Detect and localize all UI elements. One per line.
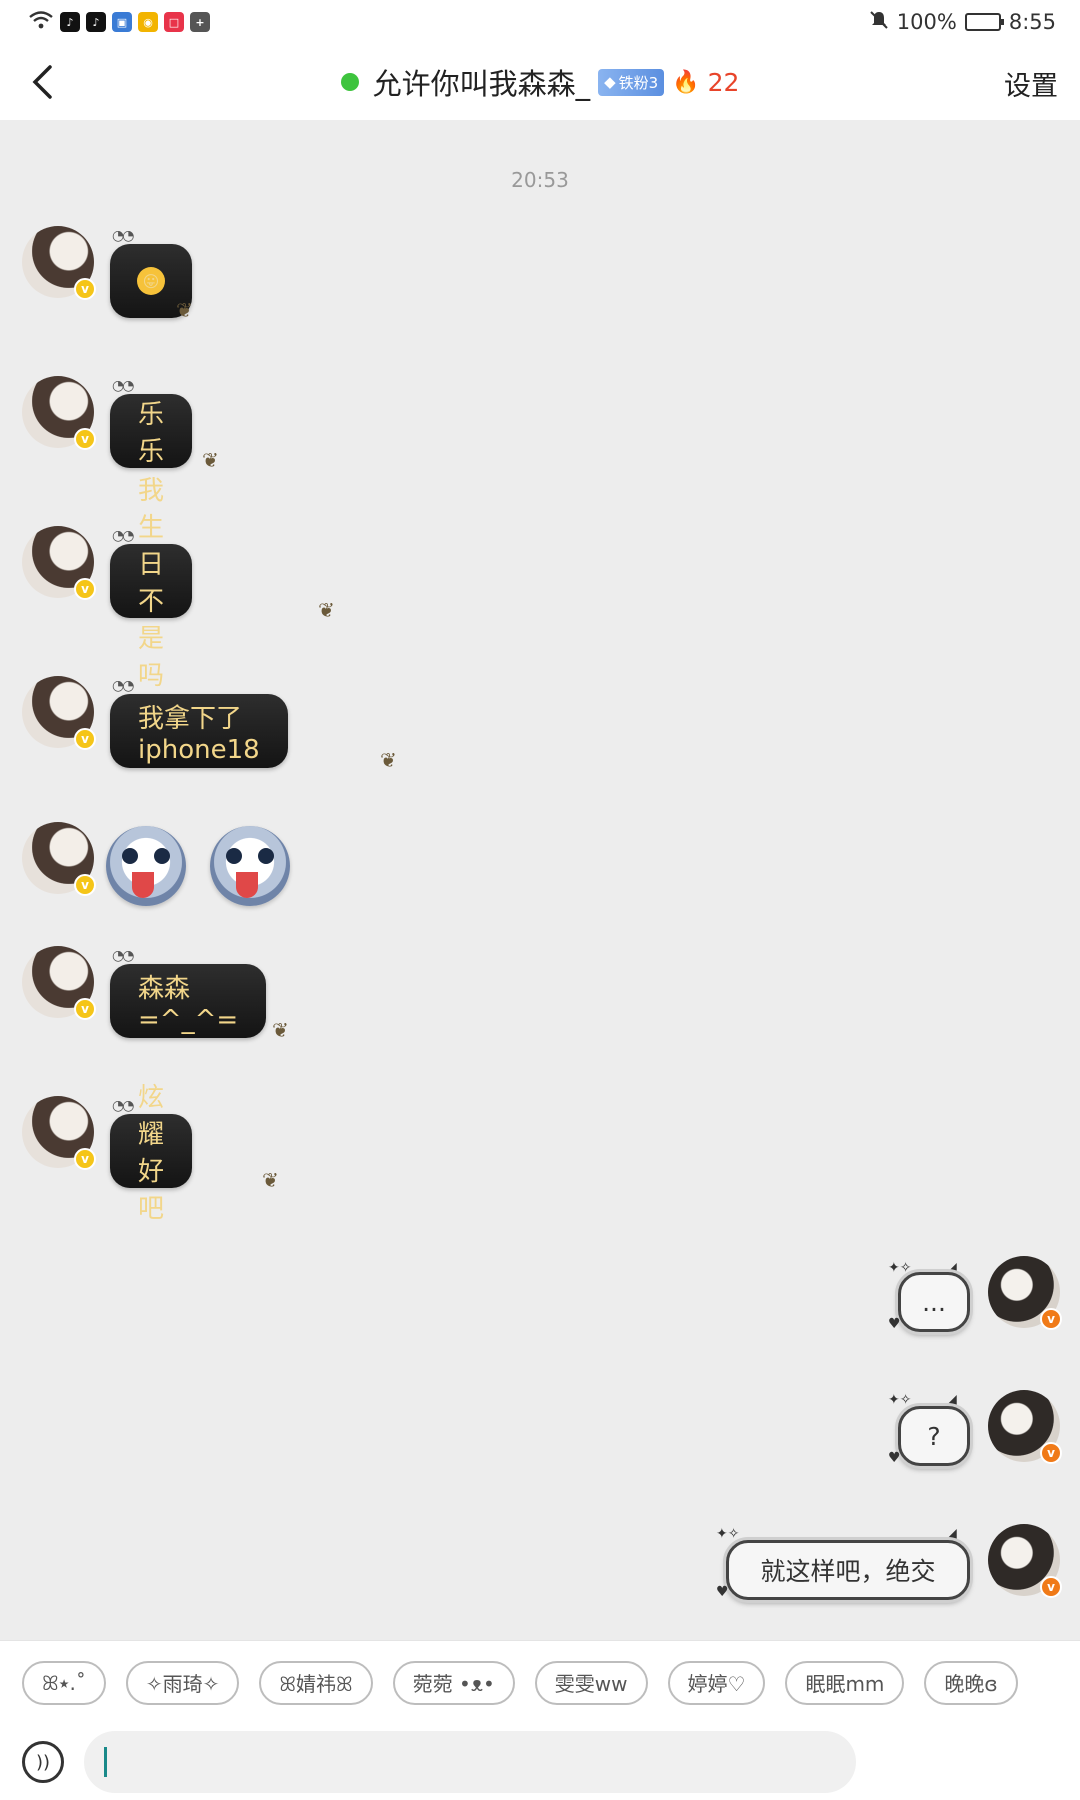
tiktok-icon: ♪: [60, 12, 80, 32]
bubble-decoration-icon: ◔◔: [112, 678, 134, 694]
husky-sticker-icon[interactable]: [106, 826, 186, 906]
message-text: 我拿下了iphone18: [138, 703, 260, 765]
chevron-left-icon: [32, 65, 52, 99]
settings-button[interactable]: 设置: [1004, 64, 1058, 103]
sound-wave-icon: )): [35, 1751, 51, 1773]
my-avatar[interactable]: v: [988, 1390, 1062, 1464]
voice-input-button[interactable]: )): [22, 1741, 64, 1783]
quick-reply-chip[interactable]: 菀菀 •ᴥ•: [392, 1660, 515, 1705]
verified-badge: v: [74, 578, 96, 600]
verified-badge: v: [1040, 1442, 1062, 1464]
husky-sticker-icon[interactable]: [210, 826, 290, 906]
bubble-decoration-icon: ◔◔: [112, 378, 134, 394]
sparkle-icon: ✦✧: [888, 1260, 912, 1276]
leaf-decoration-icon: ❦: [318, 598, 335, 622]
status-bar: ♪ ♪ ▣ ◉ □ + 100% 8:55: [0, 0, 1080, 44]
message-timestamp: 20:53: [511, 168, 569, 192]
red-app-icon: □: [164, 12, 184, 32]
my-avatar[interactable]: v: [988, 1256, 1062, 1330]
heart-icon: ♥: [716, 1584, 729, 1600]
weibo-icon: ◉: [138, 12, 158, 32]
leaf-decoration-icon: ❦: [262, 1168, 279, 1192]
message-bubble[interactable]: 我生日不是吗: [110, 476, 193, 691]
contact-avatar[interactable]: v: [22, 676, 96, 750]
quick-reply-chip[interactable]: 婷婷♡: [667, 1660, 766, 1705]
message-bubble[interactable]: ...: [898, 1272, 970, 1332]
fan-level-label: 铁粉3: [618, 73, 659, 92]
quick-reply-chip[interactable]: ꕤ٭.˚: [22, 1660, 106, 1705]
quick-reply-chip[interactable]: ✧雨琦✧: [125, 1660, 240, 1705]
verified-badge: v: [74, 998, 96, 1020]
message-text: 我生日不是吗: [138, 476, 165, 691]
message-text: ...: [922, 1287, 946, 1317]
bubble-decoration-icon: ◔◔: [112, 948, 134, 964]
message-input[interactable]: [84, 1731, 856, 1793]
my-avatar[interactable]: v: [988, 1524, 1062, 1598]
contact-avatar[interactable]: v: [22, 1096, 96, 1170]
wifi-icon: [28, 10, 54, 35]
message-bubble[interactable]: 森森=^_^=: [110, 964, 267, 1038]
leaf-decoration-icon: ❦: [202, 448, 219, 472]
verified-badge: v: [74, 278, 96, 300]
message-bubble[interactable]: ?: [898, 1406, 970, 1466]
input-bar: )): [0, 1724, 1080, 1800]
contact-name: 允许你叫我森森_: [372, 67, 591, 101]
verified-badge: v: [74, 728, 96, 750]
message-text: 炫耀好吧: [138, 1083, 165, 1224]
streak-count: 22: [707, 67, 740, 97]
heart-icon: ♥: [888, 1316, 901, 1332]
sparkle-icon: ✦✧: [716, 1526, 740, 1542]
chat-header: 允许你叫我森森_ ◆ 铁粉3 🔥 22 设置: [0, 44, 1080, 120]
flame-icon: 🔥: [672, 69, 700, 95]
message-bubble[interactable]: 乐乐: [110, 394, 193, 468]
online-status-dot: [340, 73, 359, 91]
sparkle-icon: ✦✧: [888, 1392, 912, 1408]
tiktok-icon: ♪: [86, 12, 106, 32]
heart-icon: ♥: [888, 1450, 901, 1466]
text-caret: [104, 1747, 107, 1777]
contact-avatar[interactable]: v: [22, 822, 96, 896]
quick-reply-chip[interactable]: ꕤ婧祎ꕤ: [259, 1660, 373, 1705]
back-button[interactable]: [22, 62, 62, 102]
verified-badge: v: [1040, 1308, 1062, 1330]
contact-avatar[interactable]: v: [22, 946, 96, 1020]
verified-badge: v: [74, 1148, 96, 1170]
contact-avatar[interactable]: v: [22, 376, 96, 450]
message-text: 就这样吧，绝交: [760, 1557, 936, 1586]
plus-box-icon: +: [190, 12, 210, 32]
contact-avatar[interactable]: v: [22, 226, 96, 300]
mute-bell-icon: [869, 10, 889, 35]
message-bubble[interactable]: 就这样吧，绝交: [726, 1540, 970, 1600]
bubble-decoration-icon: ◔◔: [112, 1098, 134, 1114]
quick-reply-chip[interactable]: 眠眠mm: [785, 1660, 905, 1705]
status-left-icons: ♪ ♪ ▣ ◉ □ +: [28, 10, 210, 35]
chat-title[interactable]: 允许你叫我森森_ ◆ 铁粉3 🔥 22: [340, 61, 740, 103]
leaf-decoration-icon: ❦: [380, 748, 397, 772]
message-bubble[interactable]: 我拿下了iphone18: [110, 694, 288, 768]
message-text: ?: [927, 1421, 941, 1451]
notes-icon: ▣: [112, 12, 132, 32]
bubble-decoration-icon: ◔◔: [112, 528, 134, 544]
quick-reply-bar[interactable]: ꕤ٭.˚ ✧雨琦✧ ꕤ婧祎ꕤ 菀菀 •ᴥ• 雯雯ww 婷婷♡ 眠眠mm 晚晚ɞ: [0, 1640, 1080, 1724]
leaf-decoration-icon: ❦: [272, 1018, 289, 1042]
verified-badge: v: [1040, 1576, 1062, 1598]
quick-reply-chip[interactable]: 雯雯ww: [534, 1660, 648, 1705]
message-bubble[interactable]: 炫耀好吧: [110, 1083, 193, 1224]
clock: 8:55: [1008, 10, 1056, 34]
battery-percent: 100%: [896, 10, 957, 34]
battery-icon: [964, 13, 1004, 31]
contact-avatar[interactable]: v: [22, 526, 96, 600]
verified-badge: v: [74, 428, 96, 450]
leaf-decoration-icon: ❦: [176, 298, 193, 322]
bubble-decoration-icon: ◔◔: [112, 228, 134, 244]
diamond-icon: ◆: [604, 73, 616, 91]
status-right: 100% 8:55: [869, 10, 1056, 35]
quick-reply-chip[interactable]: 晚晚ɞ: [924, 1660, 1018, 1705]
message-text: 森森=^_^=: [138, 973, 239, 1035]
message-list[interactable]: 20:53 v ◔◔ 😛 ❦ v ◔◔ 乐乐 ❦ v ◔◔ 我生日不是吗 ❦ v…: [0, 120, 1080, 1640]
tongue-emoji-icon: 😛: [137, 267, 165, 295]
verified-badge: v: [74, 874, 96, 896]
message-text: 乐乐: [138, 400, 165, 467]
fan-level-badge: ◆ 铁粉3: [598, 68, 665, 96]
